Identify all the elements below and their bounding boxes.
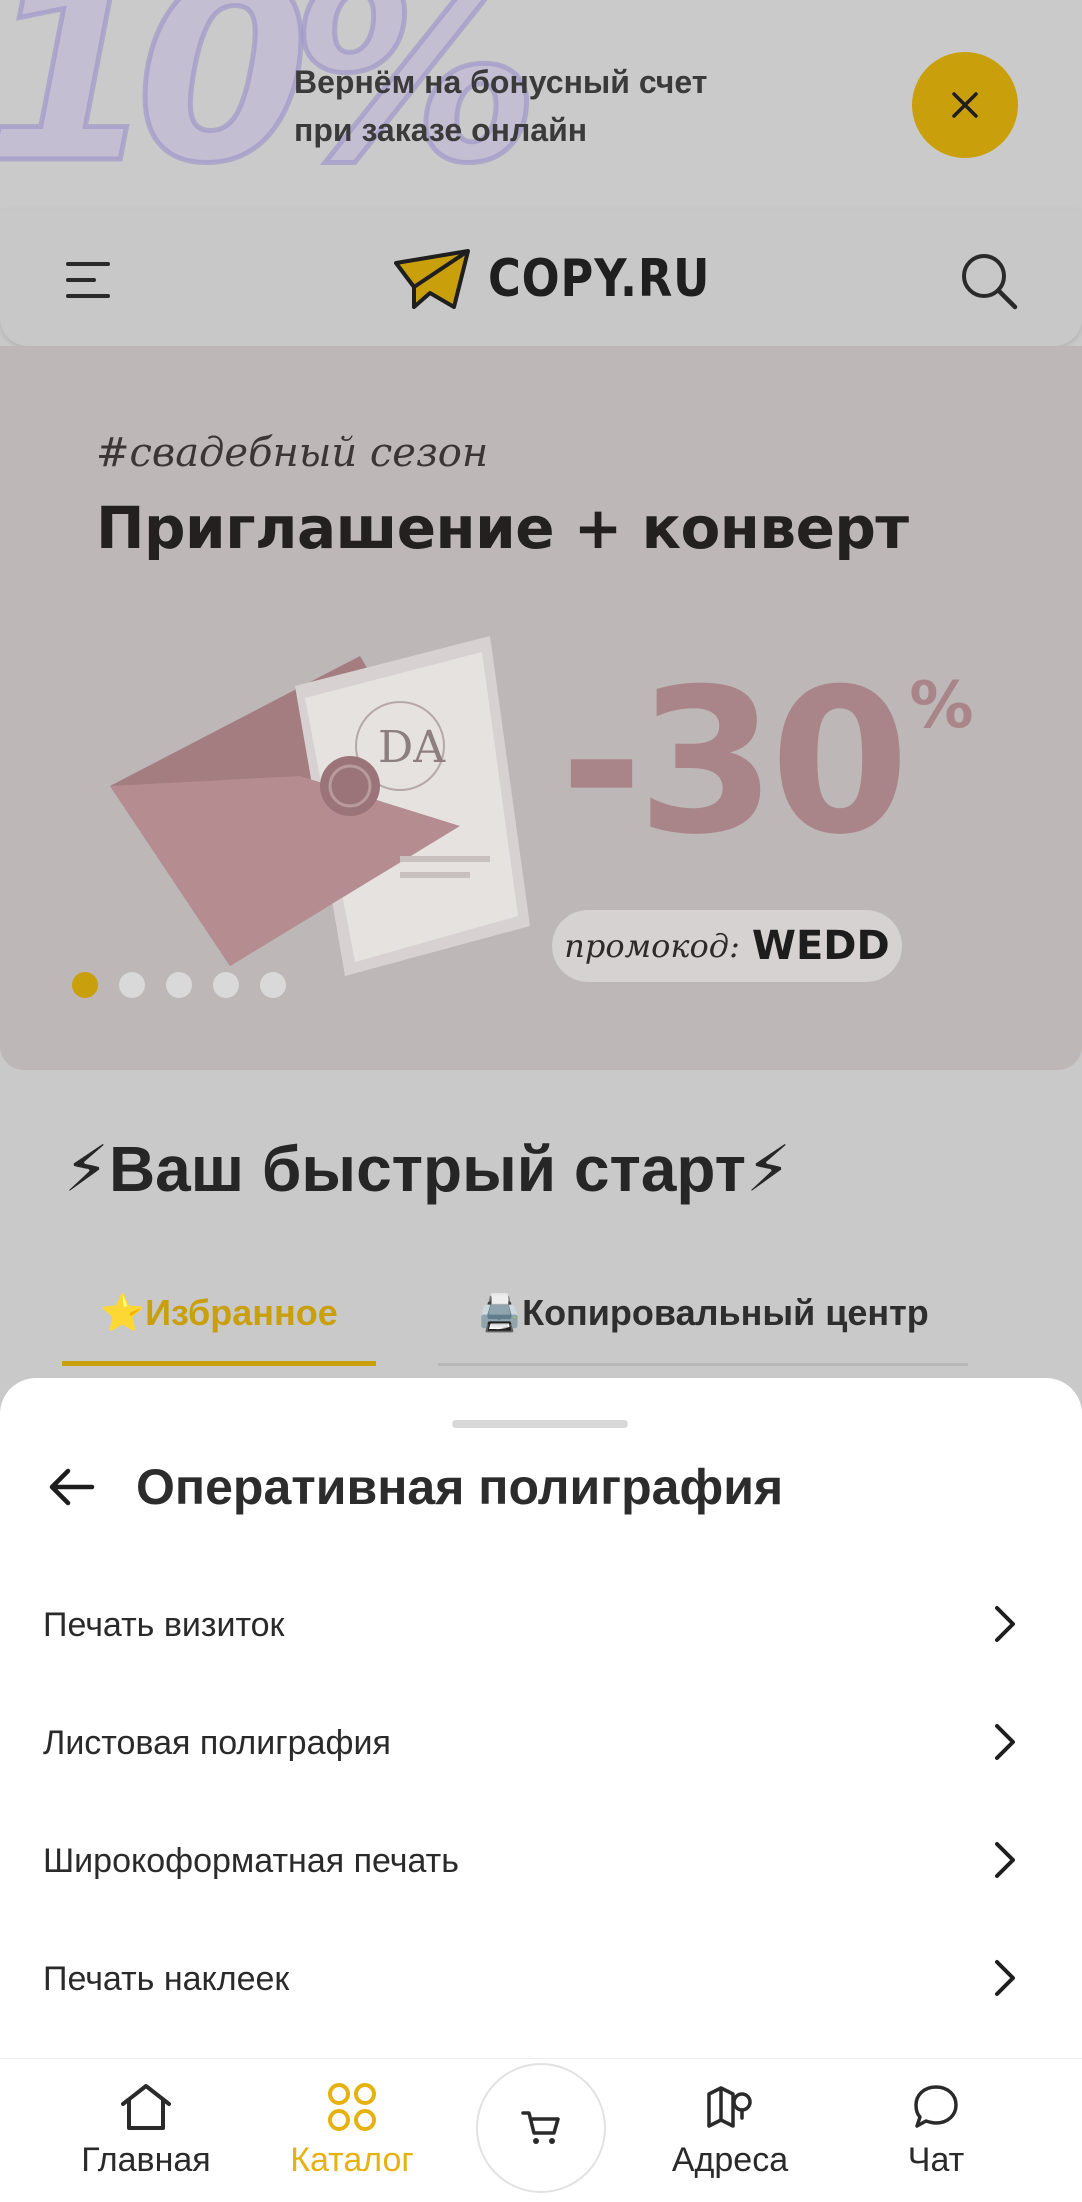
map-icon xyxy=(702,2079,758,2135)
search-button[interactable] xyxy=(958,250,1020,312)
banner-discount: -30% xyxy=(560,646,973,879)
promo-text-line1: Вернём на бонусный счет xyxy=(294,64,708,100)
chevron-right-icon xyxy=(995,1842,1015,1878)
chevron-right-icon xyxy=(995,1724,1015,1760)
list-item-label: Широкоформатная печать xyxy=(43,1841,459,1880)
bottom-nav: Главная Каталог Адреса Чат xyxy=(0,2058,1082,2202)
carousel-dot[interactable] xyxy=(72,972,98,998)
promo-close-button[interactable] xyxy=(912,52,1018,158)
catalog-bottom-sheet: Оперативная полиграфия Печать визиток Ли… xyxy=(0,1378,1082,2058)
carousel-dot[interactable] xyxy=(260,972,286,998)
list-item[interactable]: Печать наклеек xyxy=(0,1920,1082,2038)
nav-item-catalog[interactable]: Каталог xyxy=(270,2059,434,2202)
carousel-dot[interactable] xyxy=(166,972,192,998)
home-icon xyxy=(118,2079,174,2135)
nav-item-home[interactable]: Главная xyxy=(64,2059,228,2202)
quick-start-title: ⚡Ваш быстрый старт⚡ xyxy=(64,1133,791,1205)
nav-label: Чат xyxy=(907,2141,965,2179)
promo-code-value: WEDD xyxy=(751,923,890,969)
cart-button[interactable] xyxy=(476,2063,606,2193)
banner-tag: #свадебный сезон xyxy=(96,430,489,476)
chevron-right-icon xyxy=(995,1960,1015,1996)
tab-copy-center[interactable]: 🖨️Копировальный центр xyxy=(438,1286,968,1366)
search-icon xyxy=(962,254,1018,310)
sheet-drag-handle[interactable] xyxy=(452,1420,628,1428)
nav-item-chat[interactable]: Чат xyxy=(854,2059,1018,2202)
sheet-title: Оперативная полиграфия xyxy=(136,1459,784,1515)
list-item-label: Листовая полиграфия xyxy=(43,1723,391,1762)
promo-code-pill: промокод: WEDD xyxy=(552,910,902,982)
menu-icon xyxy=(66,262,110,266)
list-item[interactable]: Листовая полиграфия xyxy=(0,1684,1082,1802)
quick-start-tabs: ⭐Избранное 🖨️Копировальный центр xyxy=(62,1286,968,1366)
list-item-label: Печать визиток xyxy=(43,1605,285,1644)
promo-code-label: промокод: xyxy=(564,927,740,965)
paper-plane-logo-icon xyxy=(394,249,470,309)
carousel-dots xyxy=(72,972,286,998)
tab-favorites[interactable]: ⭐Избранное xyxy=(62,1286,376,1366)
arrow-left-icon xyxy=(49,1468,95,1506)
carousel-dot[interactable] xyxy=(213,972,239,998)
nav-label: Каталог xyxy=(290,2141,414,2179)
promo-banner[interactable]: #свадебный сезон Приглашение + конверт D… xyxy=(0,346,1082,1070)
list-item-label: Печать наклеек xyxy=(43,1959,290,1998)
category-list: Печать визиток Листовая полиграфия Широк… xyxy=(0,1566,1082,2038)
logo[interactable]: COPY.RU xyxy=(394,244,747,314)
logo-text: COPY.RU xyxy=(488,249,711,309)
menu-button[interactable] xyxy=(66,256,118,304)
nav-item-addresses[interactable]: Адреса xyxy=(648,2059,812,2202)
close-icon xyxy=(952,92,978,118)
app-header: COPY.RU xyxy=(0,210,1082,346)
svg-text:DA: DA xyxy=(378,722,446,773)
discount-unit: % xyxy=(909,669,973,744)
promo-strip: 10% Вернём на бонусный счет при заказе о… xyxy=(0,0,1082,210)
promo-text: Вернём на бонусный счет при заказе онлай… xyxy=(294,58,707,154)
chevron-right-icon xyxy=(995,1606,1015,1642)
list-item[interactable]: Широкоформатная печать xyxy=(0,1802,1082,1920)
banner-title: Приглашение + конверт xyxy=(96,494,909,562)
carousel-dot[interactable] xyxy=(119,972,145,998)
catalog-icon xyxy=(324,2079,380,2135)
promo-text-line2: при заказе онлайн xyxy=(294,112,588,148)
sheet-header: Оперативная полиграфия xyxy=(44,1440,783,1534)
cart-icon xyxy=(521,2111,560,2144)
nav-label: Адреса xyxy=(671,2141,789,2179)
chat-icon xyxy=(908,2079,964,2135)
invitation-envelope-image: DA xyxy=(110,636,530,976)
nav-label: Главная xyxy=(81,2141,211,2179)
back-button[interactable] xyxy=(44,1459,100,1515)
list-item[interactable]: Печать визиток xyxy=(0,1566,1082,1684)
